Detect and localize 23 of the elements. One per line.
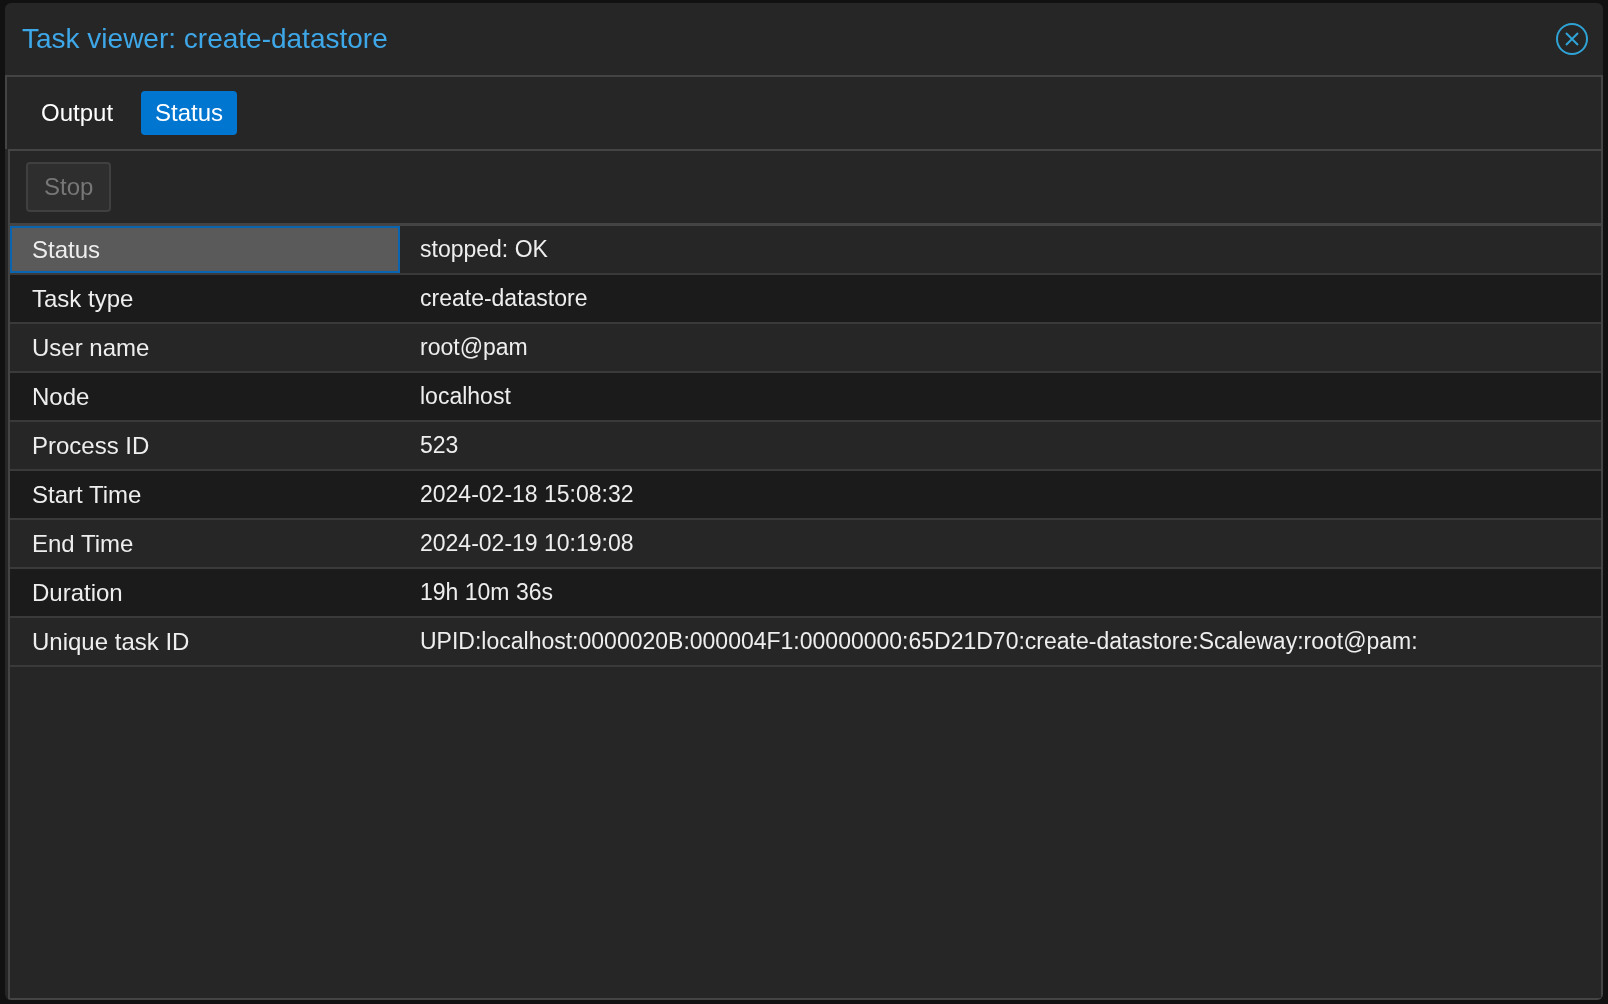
property-name-cell[interactable]: Start Time	[10, 471, 400, 518]
tab[interactable]: Status	[141, 91, 238, 135]
property-name-cell[interactable]: Unique task ID	[10, 618, 400, 665]
close-icon	[1555, 22, 1589, 56]
property-name-cell[interactable]: Task type	[10, 275, 400, 322]
property-value-cell-text: UPID:localhost:0000020B:000004F1:00000000:65D21D70:create-datastore:Scaleway:root@pam:	[419, 627, 1418, 656]
property-value-cell-text: 523	[419, 431, 459, 460]
property-name-cell[interactable]: Status	[10, 226, 400, 273]
property-value-cell-text: create-datastore	[419, 284, 588, 313]
property-value-cell-text: stopped: OK	[419, 235, 548, 264]
property-value-cell-text: 19h 10m 36s	[419, 578, 553, 607]
property-name-cell[interactable]: Process ID	[10, 422, 400, 469]
property-value-cell-text: 2024-02-18 15:08:32	[419, 480, 634, 509]
property-name-cell[interactable]: Node	[10, 373, 400, 420]
property-value-cell-text: localhost	[419, 382, 511, 411]
property-value-cell-text: 2024-02-19 10:19:08	[419, 529, 634, 558]
property-name-cell[interactable]: End Time	[10, 520, 400, 567]
property-name-cell[interactable]: Duration	[10, 569, 400, 616]
close-button[interactable]	[1555, 22, 1589, 56]
property-name-cell[interactable]: User name	[10, 324, 400, 371]
tab[interactable]: Output	[27, 91, 128, 135]
property-value-cell-text: root@pam	[419, 333, 528, 362]
window-title: Task viewer: create-datastore	[22, 23, 388, 55]
